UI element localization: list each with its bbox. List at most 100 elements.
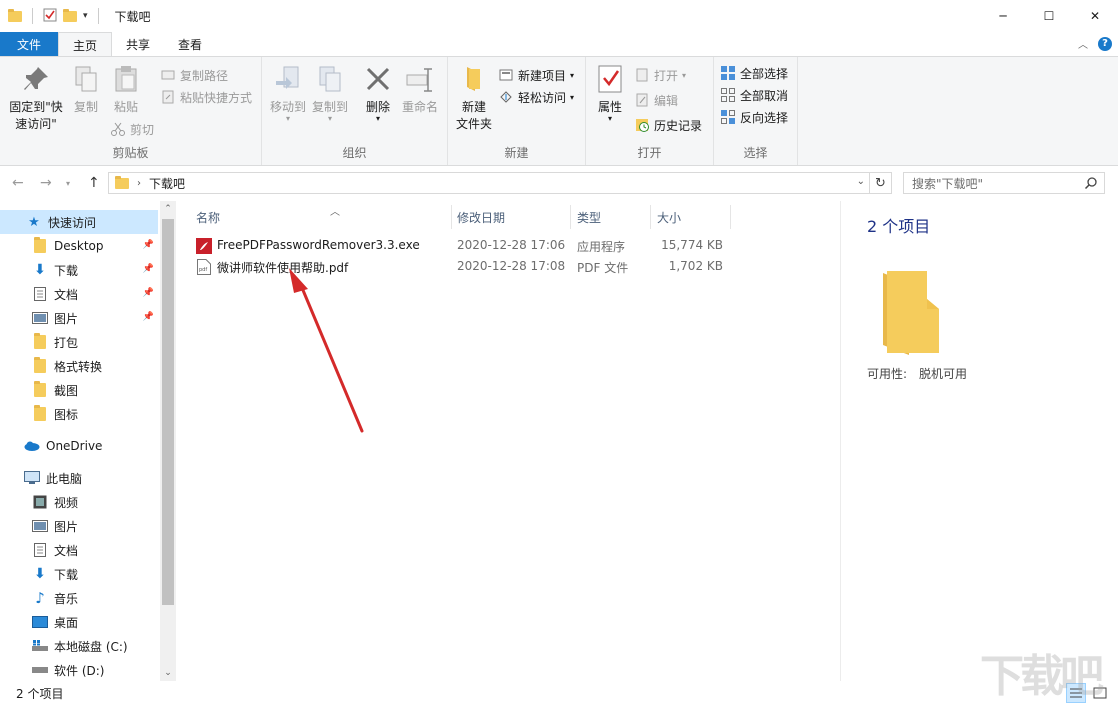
minimize-button[interactable]: ─ <box>980 0 1026 32</box>
nav-this-pc[interactable]: 此电脑 <box>0 466 158 490</box>
nav-item-package[interactable]: 打包 <box>0 330 158 354</box>
nav-item-screenshots[interactable]: 截图 <box>0 378 158 402</box>
chevron-down-icon: ▾ <box>570 92 575 102</box>
file-date: 2020-12-28 17:06 <box>457 238 566 252</box>
pin-label-line2: 速访问" <box>15 117 57 131</box>
nav-pc-downloads[interactable]: ⬇ 下载 <box>0 562 158 586</box>
up-arrow-icon[interactable]: ↑ <box>88 175 100 191</box>
breadcrumb-current[interactable]: 下载吧 <box>149 175 185 192</box>
new-folder-icon[interactable] <box>63 8 77 22</box>
invert-selection-button[interactable]: 反向选择 <box>720 107 788 127</box>
search-input[interactable]: 搜索"下载吧" <box>903 172 1105 194</box>
history-button[interactable]: 历史记录 <box>634 115 702 135</box>
folder-icon <box>32 381 48 398</box>
nav-item-desktop[interactable]: Desktop 📌 <box>0 234 158 258</box>
open-group: 属性 ▾ 打开 ▾ 编辑 历史记录 打开 <box>586 57 714 165</box>
copy-path-button[interactable]: 复制路径 <box>160 65 228 85</box>
tab-home[interactable]: 主页 <box>58 32 113 57</box>
new-item-button[interactable]: 新建项目 ▾ <box>498 65 574 85</box>
column-header-name[interactable]: ︿ 名称 <box>190 205 452 229</box>
forward-arrow-icon[interactable]: → <box>40 175 52 191</box>
recent-locations-chevron-icon[interactable]: ▾ <box>66 179 70 188</box>
rename-button[interactable]: 重命名 <box>400 63 440 116</box>
paste-label: 粘贴 <box>113 100 138 114</box>
column-header-date[interactable]: 修改日期 <box>451 205 571 229</box>
collapse-ribbon-chevron-icon[interactable]: ︿ <box>1078 36 1088 51</box>
nav-pc-documents[interactable]: 文档 <box>0 538 158 562</box>
nav-pc-pictures[interactable]: 图片 <box>0 514 158 538</box>
tab-view[interactable]: 查看 <box>164 32 216 56</box>
refresh-button[interactable]: ↻ <box>870 172 892 194</box>
file-date: 2020-12-28 17:08 <box>457 259 566 273</box>
easy-access-button[interactable]: 轻松访问 ▾ <box>498 87 574 107</box>
address-bar[interactable]: › 下载吧 ⌄ <box>108 172 870 194</box>
nav-scrollbar-thumb[interactable] <box>162 219 174 605</box>
new-folder-button[interactable]: 新建 文件夹 <box>452 63 496 133</box>
ribbon-tabs: 文件 主页 共享 查看 ︿ ? <box>0 32 1118 57</box>
rename-icon <box>406 68 432 92</box>
file-row[interactable]: pdf 微讲师软件使用帮助.pdf 2020-12-28 17:08 PDF 文… <box>190 256 742 277</box>
select-all-icon <box>721 66 735 80</box>
nav-pc-drive-c[interactable]: 本地磁盘 (C:) <box>0 634 158 658</box>
nav-quick-access[interactable]: ★ 快速访问 <box>0 210 158 234</box>
desktop-icon <box>32 614 48 630</box>
nav-item-documents[interactable]: 文档 📌 <box>0 282 158 306</box>
availability-value: 脱机可用 <box>919 367 968 381</box>
nav-scrollbar[interactable]: ⌃ ⌄ <box>160 201 176 681</box>
close-button[interactable]: ✕ <box>1072 0 1118 32</box>
select-none-button[interactable]: 全部取消 <box>720 85 788 105</box>
document-icon <box>32 286 48 302</box>
picture-icon <box>32 518 48 534</box>
delete-button[interactable]: 删除 ▾ <box>360 63 396 123</box>
availability-label: 可用性: <box>867 367 908 381</box>
edit-button[interactable]: 编辑 <box>634 90 678 110</box>
address-dropdown-chevron-icon[interactable]: ⌄ <box>857 176 865 187</box>
nav-onedrive[interactable]: OneDrive <box>0 434 158 458</box>
tab-share[interactable]: 共享 <box>112 32 164 56</box>
new-group-label: 新建 <box>504 146 529 160</box>
copy-to-button[interactable]: 复制到 ▾ <box>308 63 352 123</box>
column-header-type[interactable]: 类型 <box>571 205 651 229</box>
nav-item-format-convert[interactable]: 格式转换 <box>0 354 158 378</box>
tab-file[interactable]: 文件 <box>0 32 58 56</box>
pin-to-quick-access-button[interactable]: 固定到"快 速访问" <box>6 63 66 133</box>
scroll-up-chevron-icon[interactable]: ⌃ <box>160 201 176 217</box>
move-to-icon <box>276 66 299 89</box>
breadcrumb-separator-icon: › <box>137 177 141 189</box>
properties-check-icon[interactable] <box>43 8 57 25</box>
nav-pc-desktop[interactable]: 桌面 <box>0 610 158 634</box>
nav-item-icons[interactable]: 图标 <box>0 402 158 426</box>
cut-button[interactable]: 剪切 <box>110 119 154 139</box>
paste-button[interactable]: 粘贴 <box>108 63 144 116</box>
column-header-size[interactable]: 大小 <box>651 205 731 229</box>
paste-icon <box>115 66 137 92</box>
nav-pc-videos[interactable]: 视频 <box>0 490 158 514</box>
search-icon[interactable] <box>1084 176 1098 190</box>
customize-toolbar-chevron-icon[interactable]: ▾ <box>83 11 88 21</box>
file-list: ︿ 名称 修改日期 类型 大小 FreePDFPasswordRemover3.… <box>176 201 840 681</box>
nav-pc-drive-d[interactable]: 软件 (D:) <box>0 658 158 682</box>
copy-path-icon <box>161 70 175 80</box>
back-arrow-icon[interactable]: ← <box>12 175 24 191</box>
nav-item-downloads[interactable]: ⬇ 下载 📌 <box>0 258 158 282</box>
properties-button[interactable]: 属性 ▾ <box>592 63 628 123</box>
open-button[interactable]: 打开 ▾ <box>634 65 686 85</box>
new-group: 新建 文件夹 新建项目 ▾ 轻松访问 ▾ 新建 <box>448 57 586 165</box>
maximize-button[interactable]: ☐ <box>1026 0 1072 32</box>
move-to-button[interactable]: 移动到 ▾ <box>266 63 310 123</box>
picture-icon <box>32 310 48 326</box>
window-title: 下载吧 <box>114 9 151 24</box>
nav-item-pictures[interactable]: 图片 📌 <box>0 306 158 330</box>
ribbon: 固定到"快 速访问" 复制 粘贴 复制路径 粘贴快捷方式 剪切 剪贴板 移动到 <box>0 56 1118 166</box>
clipboard-group-label: 剪贴板 <box>112 146 149 160</box>
help-icon[interactable]: ? <box>1098 36 1112 51</box>
copy-button[interactable]: 复制 <box>68 63 104 116</box>
file-row[interactable]: FreePDFPasswordRemover3.3.exe 2020-12-28… <box>190 235 742 256</box>
nav-pc-music[interactable]: ♪ 音乐 <box>0 586 158 610</box>
paste-shortcut-button[interactable]: 粘贴快捷方式 <box>160 87 252 107</box>
pin-icon <box>24 67 48 90</box>
open-group-label: 打开 <box>637 146 662 160</box>
pin-label-line1: 固定到"快 <box>9 100 63 114</box>
scroll-down-chevron-icon[interactable]: ⌄ <box>160 665 176 681</box>
select-all-button[interactable]: 全部选择 <box>720 63 788 83</box>
